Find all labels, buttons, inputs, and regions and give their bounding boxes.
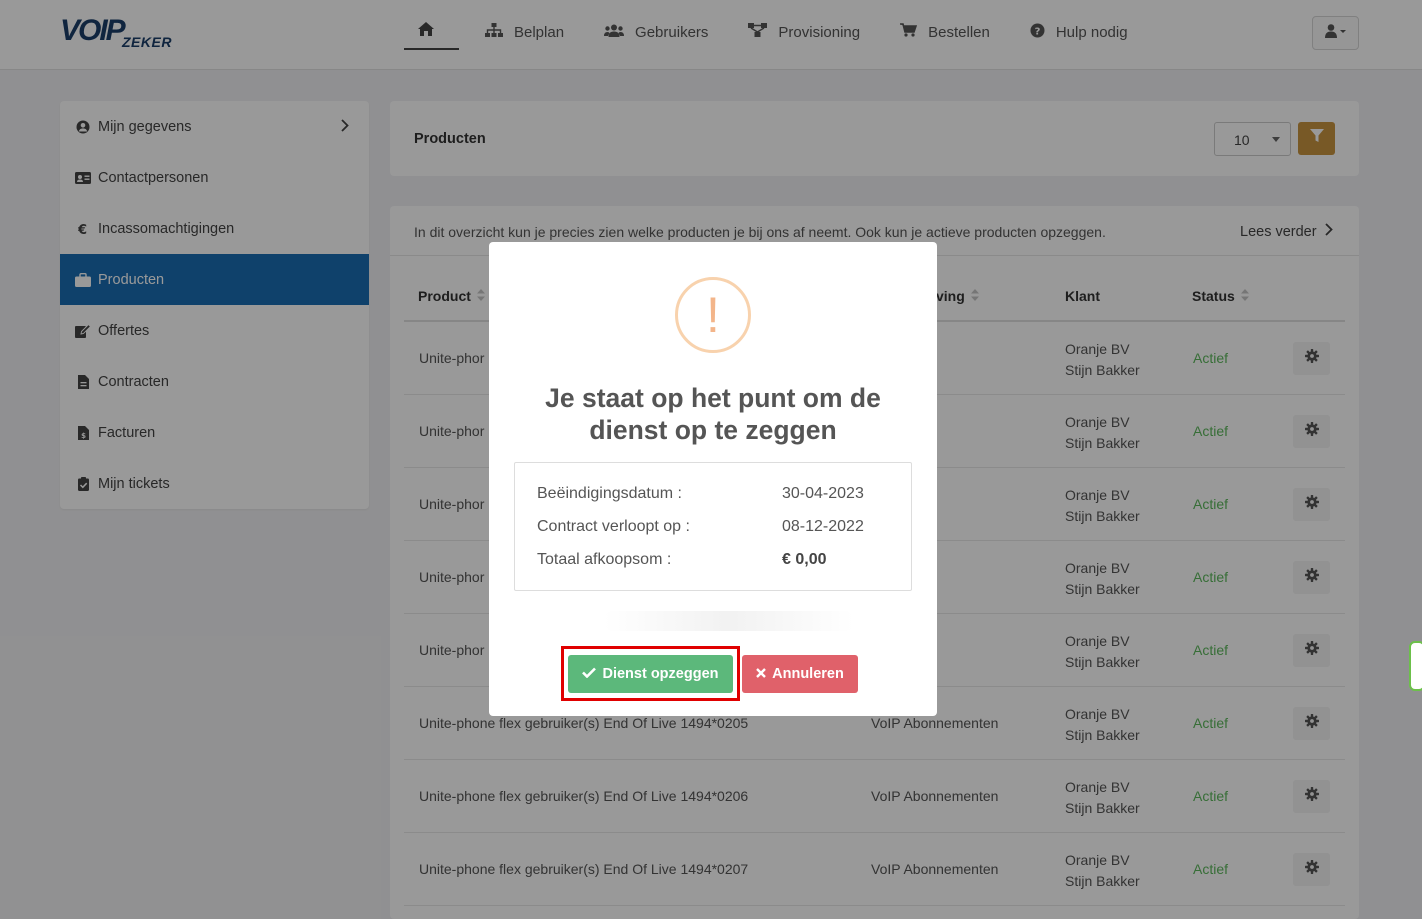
- total-buyout-label: Totaal afkoopsom :: [537, 551, 672, 568]
- close-icon: [756, 666, 772, 682]
- dialog-title: Je staat op het punt om de dienst op te …: [489, 382, 937, 446]
- cancel-button[interactable]: Annuleren: [742, 655, 858, 693]
- contract-expiry-value: 08-12-2022: [782, 518, 864, 535]
- confirm-cancel-service-button[interactable]: Dienst opzeggen: [568, 655, 733, 693]
- blurred-placeholder: [604, 611, 854, 631]
- termination-details: Beëindigingsdatum : 30-04-2023 Contract …: [514, 462, 912, 591]
- warning-icon: !: [675, 277, 751, 353]
- end-date-label: Beëindigingsdatum :: [537, 485, 682, 502]
- side-widget-tab[interactable]: [1409, 641, 1422, 691]
- total-buyout-value: € 0,00: [782, 551, 827, 568]
- cancel-service-dialog: ! Je staat op het punt om de dienst op t…: [489, 242, 937, 716]
- cancel-label: Annuleren: [772, 666, 844, 682]
- check-icon: [582, 666, 602, 682]
- dialog-title-line1: Je staat op het punt om de: [545, 383, 881, 413]
- confirm-label: Dienst opzeggen: [602, 666, 719, 682]
- dialog-title-line2: dienst op te zeggen: [589, 415, 837, 445]
- end-date-value: 30-04-2023: [782, 485, 864, 502]
- contract-expiry-label: Contract verloopt op :: [537, 518, 690, 535]
